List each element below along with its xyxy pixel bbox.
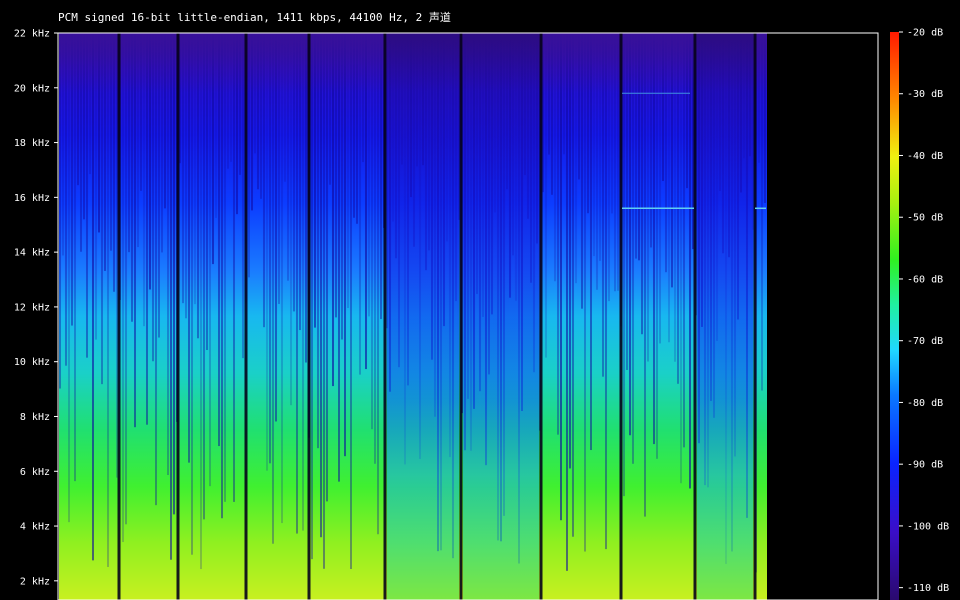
texture-streak [200,33,202,570]
texture-streak [311,33,313,560]
texture-streak [644,33,646,517]
spectrogram-image [59,33,767,600]
texture-streak [350,33,352,570]
texture-streak [605,33,607,550]
texture-streak [326,33,328,502]
texture-streak [683,33,685,448]
texture-streak [584,33,586,552]
y-tick-label: 14 kHz [14,248,50,259]
track-divider [753,33,757,600]
texture-streak [689,33,691,489]
texture-streak [221,33,223,519]
texture-streak [209,33,211,487]
y-axis: 22 kHz 20 kHz 18 kHz 16 kHz 14 kHz 12 kHz 10 k… [14,29,58,587]
texture-streak [218,33,220,447]
y-tick-label: 6 kHz [20,467,50,478]
colorbar-tick-label: -90 dB [907,460,943,471]
quiet-track [387,33,459,600]
texture-streak [653,33,655,445]
spectrogram-chart: 22 kHz 20 kHz 18 kHz 16 kHz 14 kHz 12 kHz 10 k… [14,28,949,600]
texture-streak [266,33,268,471]
colorbar-tick-label: -100 dB [907,521,949,532]
texture-streak [344,33,346,457]
texture-streak [566,33,568,571]
texture-streak [590,33,592,451]
texture-streak [296,33,298,534]
y-tick-label: 12 kHz [14,302,50,313]
track-divider [176,33,180,600]
y-tick-label: 10 kHz [14,357,50,368]
track-divider [244,33,248,600]
colorbar-tick-label: -70 dB [907,336,943,347]
y-tick-label: 20 kHz [14,83,50,94]
texture-streak [191,33,193,555]
track-divider [539,33,543,600]
texture-streak [122,33,124,543]
y-tick-label: 18 kHz [14,138,50,149]
texture-streak [92,33,94,561]
y-tick-label: 8 kHz [20,412,50,423]
texture-streak [632,33,634,464]
colorbar-tick-label: -30 dB [907,89,943,100]
colorbar-tick-label: -110 dB [907,583,949,594]
texture-streak [656,33,658,459]
plot-area [57,32,879,600]
y-tick-label: 16 kHz [14,193,50,204]
track-divider [619,33,623,600]
track-divider [307,33,311,600]
texture-streak [323,33,325,569]
texture-streak [569,33,571,469]
texture-streak [203,33,205,520]
texture-streak [557,33,559,435]
track-divider [693,33,697,600]
texture-streak [272,33,274,544]
colorbar-tick-label: -20 dB [907,28,943,39]
colorbar-tick-label: -80 dB [907,398,943,409]
texture-streak [68,33,70,523]
texture-streak [317,33,319,449]
colorbar-tick-label: -40 dB [907,151,943,162]
texture-streak [233,33,235,502]
y-tick-label: 2 kHz [20,576,50,587]
quiet-track [697,33,753,600]
texture-streak [170,33,172,560]
texture-streak [320,33,322,538]
texture-streak [572,33,574,537]
quiet-track [463,33,539,600]
track-divider [117,33,121,600]
colorbar-tick-label: -50 dB [907,213,943,224]
texture-streak [125,33,127,525]
texture-streak [74,33,76,482]
texture-streak [269,33,271,464]
texture-streak [377,33,379,535]
spectrogram-view: PCM signed 16-bit little-endian, 1411 kb… [0,0,960,600]
colorbar-gradient [890,32,899,600]
texture-streak [155,33,157,506]
texture-streak [167,33,169,475]
texture-streak [623,33,625,497]
texture-streak [560,33,562,521]
texture-streak [188,33,190,463]
texture-streak [374,33,376,464]
texture-streak [281,33,283,524]
track-divider [383,33,387,600]
texture-streak [680,33,682,484]
texture-streak [302,33,304,531]
colorbar: -20 dB -30 dB -40 dB -50 dB -60 dB -70 dB -80 … [890,28,949,600]
y-tick-label: 22 kHz [14,29,50,40]
texture-streak [338,33,340,482]
colorbar-tick-label: -60 dB [907,274,943,285]
y-tick-label: 4 kHz [20,522,50,533]
texture-streak [224,33,226,502]
texture-streak [173,33,175,515]
texture-streak [107,33,109,567]
track-divider [459,33,463,600]
